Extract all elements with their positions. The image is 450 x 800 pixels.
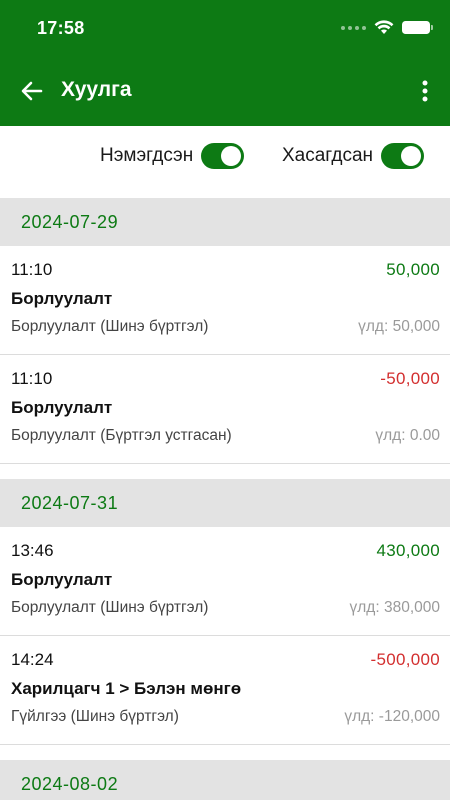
more-vertical-icon [422,80,428,102]
transaction-amount: -500,000 [370,650,440,669]
transaction-balance: үлд: 380,000 [349,599,440,616]
transaction-amount: 50,000 [386,260,440,279]
status-time: 17:58 [37,18,85,38]
date-header: 2024-08-02 [0,760,450,800]
transaction-time: 14:24 [11,650,54,669]
back-button[interactable] [14,73,50,109]
toggle-removed-switch[interactable] [381,143,425,169]
date-header: 2024-07-31 [0,479,450,527]
page-title: Хуулга [61,78,132,101]
transaction-time: 11:10 [11,369,53,388]
transaction-time: 13:46 [11,541,54,560]
transaction-list: 2024-07-29 11:10 50,000 Борлуулалт Борлу… [0,198,450,800]
app-bar: Хуулга [0,56,450,126]
transaction-balance: үлд: 50,000 [358,318,440,335]
toggle-removed-label: Хасагдсан [282,145,374,166]
section-gap [0,464,450,479]
transaction-title: Борлуулалт [11,398,113,417]
transaction-description: Гүйлгээ (Шинэ бүртгэл) [11,708,179,725]
more-options-button[interactable] [412,73,438,109]
transaction-description: Борлуулалт (Шинэ бүртгэл) [11,599,209,616]
arrow-left-icon [21,81,43,101]
transaction-time: 11:10 [11,260,53,279]
toggle-added-label: Нэмэгдсэн [100,145,194,166]
status-icons [341,20,433,35]
wifi-icon [374,20,394,34]
filter-row: Нэмэгдсэн Хасагдсан [0,126,450,198]
toggle-added-switch[interactable] [201,143,245,169]
battery-icon [402,21,433,34]
transaction-title: Харилцагч 1 > Бэлэн мөнгө [11,679,242,698]
transaction-amount: -50,000 [380,369,440,388]
transaction-row[interactable]: 14:24 -500,000 Харилцагч 1 > Бэлэн мөнгө… [0,636,450,745]
transaction-amount: 430,000 [376,541,440,560]
transaction-title: Борлуулалт [11,289,113,308]
status-bar: 17:58 [0,0,450,56]
date-header: 2024-07-29 [0,198,450,246]
transaction-description: Борлуулалт (Шинэ бүртгэл) [11,318,209,335]
transaction-balance: үлд: -120,000 [344,708,440,725]
transaction-balance: үлд: 0.00 [375,427,440,444]
section-gap [0,745,450,760]
transaction-row[interactable]: 11:10 50,000 Борлуулалт Борлуулалт (Шинэ… [0,246,450,355]
transaction-title: Борлуулалт [11,570,113,589]
transaction-row[interactable]: 13:46 430,000 Борлуулалт Борлуулалт (Шин… [0,527,450,636]
signal-dots-icon [341,25,366,30]
transaction-row[interactable]: 11:10 -50,000 Борлуулалт Борлуулалт (Бүр… [0,355,450,464]
transaction-description: Борлуулалт (Бүртгэл устгасан) [11,427,232,444]
toggle-removed[interactable]: Хасагдсан [282,143,425,169]
toggle-added[interactable]: Нэмэгдсэн [100,143,245,169]
